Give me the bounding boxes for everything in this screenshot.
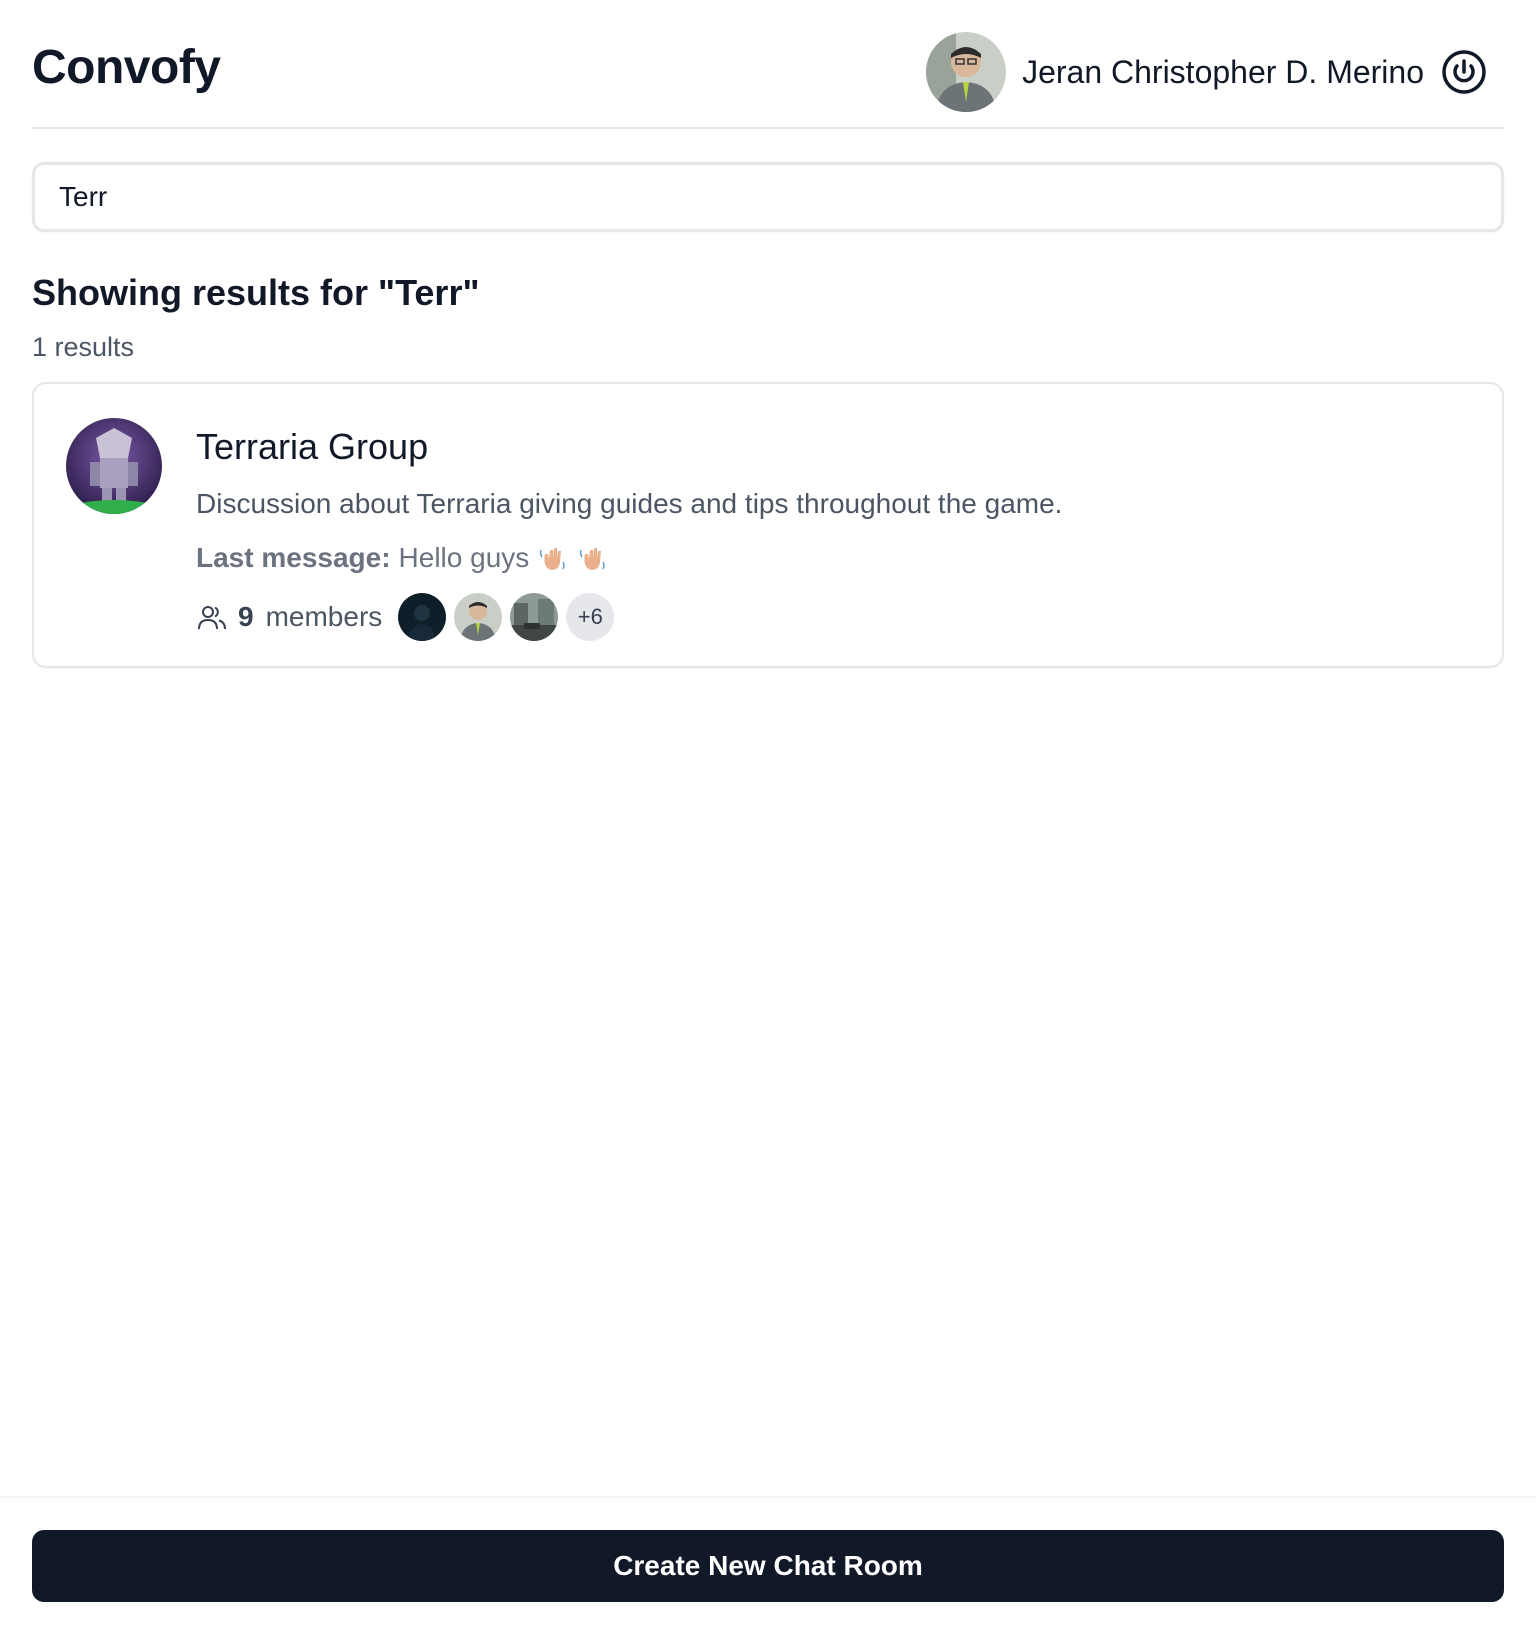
last-message-label: Last message: bbox=[196, 542, 391, 573]
chat-room-card[interactable]: Terraria Group Discussion about Terraria… bbox=[32, 382, 1504, 668]
member-avatar bbox=[510, 593, 559, 641]
power-icon bbox=[1442, 50, 1486, 94]
dark-avatar-icon bbox=[398, 593, 447, 641]
logout-button[interactable] bbox=[1440, 48, 1488, 96]
last-message: Last message: Hello guys bbox=[196, 542, 609, 574]
last-message-text: Hello guys bbox=[398, 542, 530, 573]
results-count: 1 results bbox=[32, 332, 135, 362]
user-avatar-image bbox=[926, 32, 1007, 112]
user-area: Jeran Christopher D. Merino bbox=[926, 32, 1488, 112]
create-chat-room-button[interactable]: Create New Chat Room bbox=[32, 1530, 1504, 1602]
member-avatar bbox=[398, 593, 447, 641]
results-heading: Showing results for "Terr" bbox=[32, 272, 480, 313]
waving-hand-icon bbox=[580, 548, 606, 570]
street-photo-avatar-icon bbox=[510, 593, 559, 641]
group-avatar-image bbox=[66, 418, 162, 514]
member-avatar bbox=[454, 593, 503, 641]
app-header: Convofy Jeran Christopher D. Merino bbox=[32, 0, 1504, 129]
member-label: members bbox=[265, 601, 383, 632]
footer: Create New Chat Room bbox=[0, 1496, 1536, 1632]
waving-hand-icon bbox=[540, 548, 566, 570]
app-brand: Convofy bbox=[32, 41, 221, 94]
members-row: 9 members +6 bbox=[196, 592, 615, 642]
more-members-badge: +6 bbox=[566, 593, 615, 641]
users-icon bbox=[198, 606, 226, 630]
user-avatar[interactable] bbox=[926, 32, 1007, 112]
search-input[interactable] bbox=[32, 162, 1504, 232]
chat-room-title: Terraria Group bbox=[196, 426, 429, 467]
member-count: 9 bbox=[238, 601, 254, 632]
chat-search-page: Convofy Jeran Christopher D. Merino Terr… bbox=[0, 0, 1536, 1632]
user-name: Jeran Christopher D. Merino bbox=[1022, 53, 1424, 90]
user-avatar-photo-icon bbox=[454, 593, 503, 641]
group-avatar bbox=[66, 418, 162, 514]
chat-room-description: Discussion about Terraria giving guides … bbox=[196, 488, 1063, 519]
